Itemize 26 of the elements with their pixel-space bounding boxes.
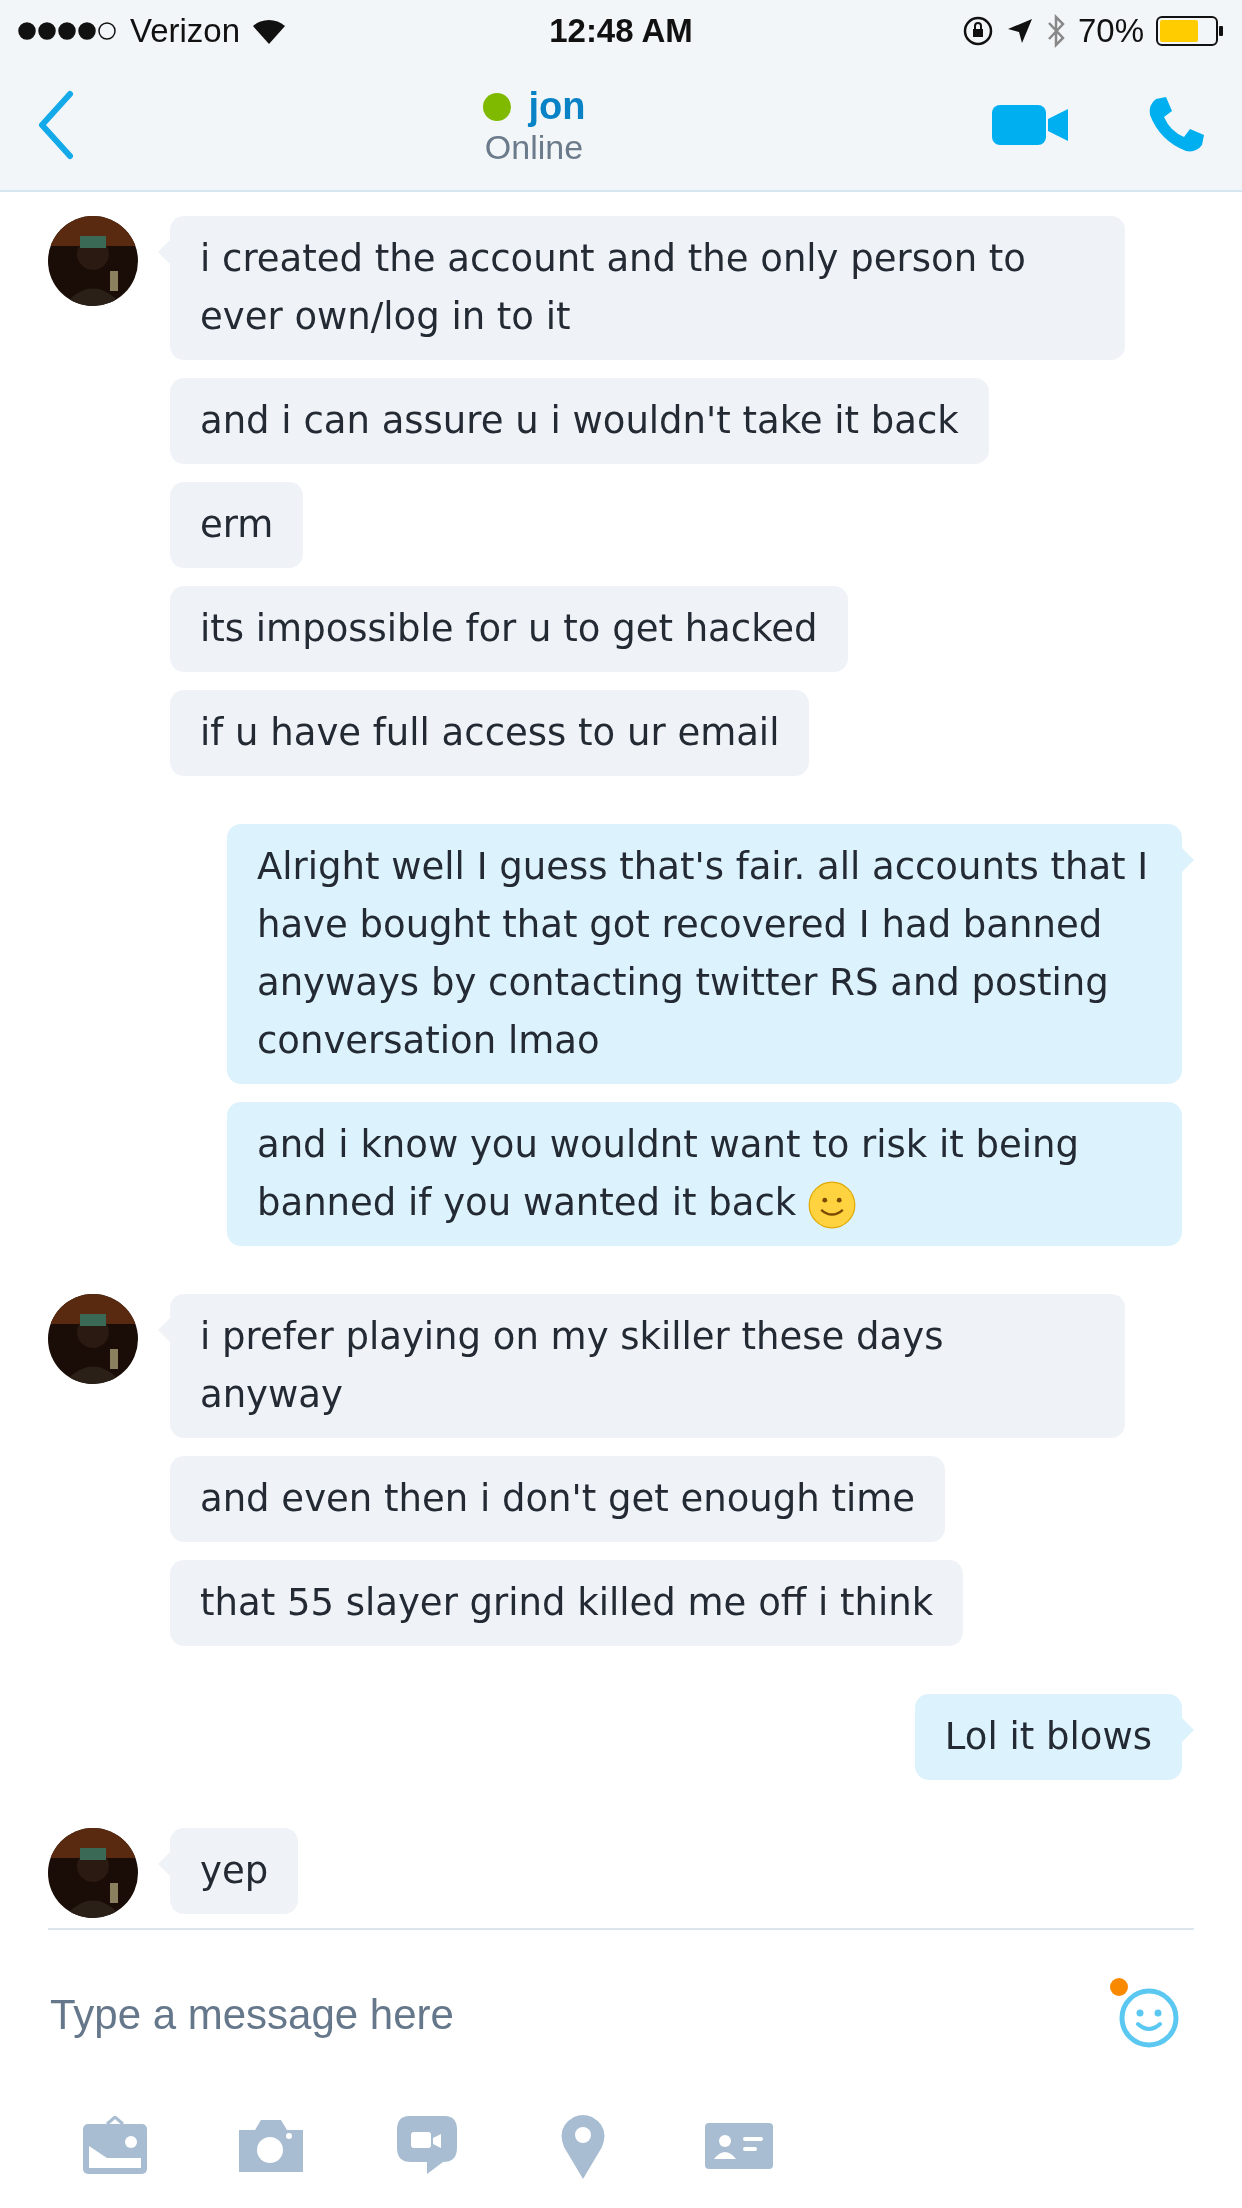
battery-percent: 70% (1077, 12, 1144, 50)
message-bubble: yep (170, 1828, 299, 1914)
contact-name: jon (528, 85, 586, 128)
wifi-icon (252, 18, 287, 44)
signal-icon (18, 22, 118, 40)
message-bubble: and i know you wouldnt want to risk it being banned if you wanted it back (227, 1102, 1182, 1246)
message-bubble: i prefer playing on my skiller these days anyway (170, 1294, 1125, 1438)
bluetooth-icon (1045, 14, 1066, 48)
presence-dot (482, 92, 511, 121)
message-bubble: if u have full access to ur email (170, 690, 810, 776)
message-bubble: its impossible for u to get hacked (170, 586, 848, 672)
clock-time: 12:48 AM (549, 12, 693, 50)
message-input[interactable]: Type a message here (48, 1990, 1108, 2040)
message-bubble: Lol it blows (914, 1694, 1182, 1780)
message-bubble: Alright well I guess that's fair. all accounts that I have bought that got recovered I had banned anyways by contacting twitter RS and posting conversation lmao (227, 824, 1182, 1084)
contact-status: Online (484, 128, 584, 167)
battery-icon (1156, 16, 1224, 46)
video-call-button[interactable] (992, 104, 1070, 148)
message-bubble: and even then i don't get enough time (170, 1456, 946, 1542)
rotation-lock-icon (961, 15, 994, 47)
message-bubble: that 55 slayer grind killed me off i think (170, 1560, 964, 1646)
message-bubble: i created the account and the only person to ever own/log in to it (170, 216, 1125, 360)
smiley-face-icon (1117, 1986, 1181, 2050)
message-bubble: erm (170, 482, 304, 568)
carrier-name: Verizon (130, 12, 241, 50)
message-bubble: and i can assure u i wouldn't take it back (170, 378, 989, 464)
